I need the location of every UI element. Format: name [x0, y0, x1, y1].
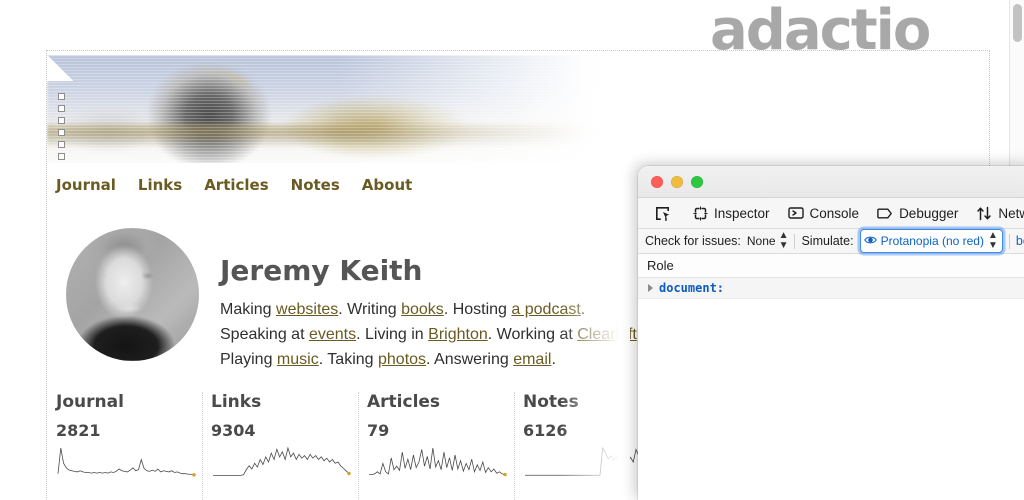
nav-item-notes[interactable]: Notes [291, 176, 340, 194]
sparkline-links [211, 446, 351, 478]
tree-row-document[interactable]: document: [638, 278, 1024, 299]
devtools-titlebar [638, 166, 1024, 198]
stat-label: Journal [56, 392, 192, 412]
inspector-icon [693, 206, 708, 221]
simulate-value: Protanopia (no red) [881, 234, 984, 248]
debugger-icon [877, 207, 893, 220]
minimize-button[interactable] [671, 176, 683, 188]
devtools-tabbar: Inspector Console Debugger [638, 198, 1024, 229]
stepper-icon: ▲▼ [779, 231, 789, 251]
bio-text: . Working at [488, 326, 578, 343]
bio-line-3: Playing music. Taking photos. Answering … [220, 347, 641, 372]
bio-link-photos[interactable]: photos [378, 351, 426, 368]
column-header-role: Role [647, 258, 674, 273]
nav-item-about[interactable]: About [362, 176, 413, 194]
bio-link-events[interactable]: events [309, 326, 356, 343]
subbar-trailing-link[interactable]: be [1016, 234, 1024, 248]
bio-link-brighton[interactable]: Brighton [428, 326, 488, 343]
tree-node-label: document: [659, 281, 724, 295]
check-for-issues-value: None [747, 234, 776, 248]
accessibility-tree-body [638, 299, 1024, 499]
tab-label: Network [998, 206, 1024, 221]
accessibility-tree: document: [638, 278, 1024, 299]
banner-marker [58, 117, 65, 124]
page-scrollbar-thumb[interactable] [1013, 4, 1022, 42]
sparkline-journal [56, 446, 196, 478]
close-button[interactable] [651, 176, 663, 188]
tab-label: Console [810, 206, 860, 221]
stat-card-links[interactable]: Links 9304 [203, 392, 359, 500]
tab-debugger[interactable]: Debugger [868, 198, 967, 229]
bio-text: . Hosting [444, 301, 512, 318]
bio-link-email[interactable]: email [513, 351, 551, 368]
bio-link-websites[interactable]: websites [276, 301, 338, 318]
stat-card-journal[interactable]: Journal 2821 [47, 392, 203, 500]
stats-row: Journal 2821 Links 9304 Articles 79 Note… [47, 392, 671, 500]
devtools-audit-bar: Check for issues: None ▲▼ Simulate: Prot… [638, 229, 1024, 254]
bio-text: Playing [220, 351, 277, 368]
stat-label: Links [211, 392, 348, 412]
simulate-select[interactable]: Protanopia (no red) ▲▼ [860, 229, 1003, 253]
bio-link-podcast[interactable]: a podcast [511, 301, 580, 318]
bio-text: . [581, 301, 585, 318]
tab-console[interactable]: Console [779, 198, 869, 229]
nav-item-links[interactable]: Links [138, 176, 182, 194]
tab-label: Debugger [899, 206, 958, 221]
stat-card-articles[interactable]: Articles 79 [359, 392, 515, 500]
eye-icon [864, 234, 877, 248]
stat-label: Articles [367, 392, 504, 412]
console-icon [788, 206, 804, 220]
banner-right-fade [47, 55, 607, 163]
devtools-window: Inspector Console Debugger [638, 166, 1024, 500]
bio-link-music[interactable]: music [277, 351, 319, 368]
banner-marker [58, 105, 65, 112]
banner-marker [58, 153, 65, 160]
bio-line-1: Making websites. Writing books. Hosting … [220, 297, 641, 322]
nav-item-journal[interactable]: Journal [56, 176, 116, 194]
avatar [66, 228, 199, 361]
accessibility-column-header: Role [638, 254, 1024, 278]
bio-text: . Writing [338, 301, 401, 318]
banner-image [47, 55, 607, 163]
tab-network[interactable]: Network [967, 198, 1024, 229]
nav-item-articles[interactable]: Articles [204, 176, 268, 194]
check-for-issues-label: Check for issues: [645, 234, 741, 248]
banner-marker [58, 129, 65, 136]
page-title: Jeremy Keith [220, 254, 423, 287]
subbar-divider [1009, 234, 1010, 249]
stat-value: 9304 [211, 421, 348, 440]
element-picker-button[interactable] [647, 198, 678, 229]
banner-corner-clip [47, 55, 73, 81]
stepper-icon: ▲▼ [988, 231, 998, 251]
bio-link-clearleft[interactable]: Clearleft [577, 326, 637, 343]
site-navigation: Journal Links Articles Notes About [56, 176, 412, 194]
bio-text: . Taking [319, 351, 378, 368]
check-for-issues-select[interactable]: None ▲▼ [747, 231, 789, 251]
simulate-label: Simulate: [801, 234, 853, 248]
tab-inspector[interactable]: Inspector [684, 198, 779, 229]
network-icon [976, 206, 992, 221]
tab-label: Inspector [714, 206, 770, 221]
bio-text: . Answering [426, 351, 513, 368]
profile-bio: Making websites. Writing books. Hosting … [220, 297, 641, 372]
chevron-right-icon[interactable] [648, 284, 653, 292]
banner-marker [58, 141, 65, 148]
avatar-photo [66, 228, 199, 361]
bio-text: Speaking at [220, 326, 309, 343]
sparkline-articles [367, 446, 507, 478]
subbar-divider [794, 234, 795, 249]
element-picker-icon [654, 205, 671, 222]
bio-line-2: Speaking at events. Living in Brighton. … [220, 322, 641, 347]
stat-value: 79 [367, 421, 504, 440]
bio-text: . [551, 351, 555, 368]
bio-link-books[interactable]: books [401, 301, 444, 318]
bio-text: Making [220, 301, 276, 318]
maximize-button[interactable] [691, 176, 703, 188]
banner-marker [58, 93, 65, 100]
bio-text: . Living in [356, 326, 428, 343]
stat-value: 2821 [56, 421, 192, 440]
